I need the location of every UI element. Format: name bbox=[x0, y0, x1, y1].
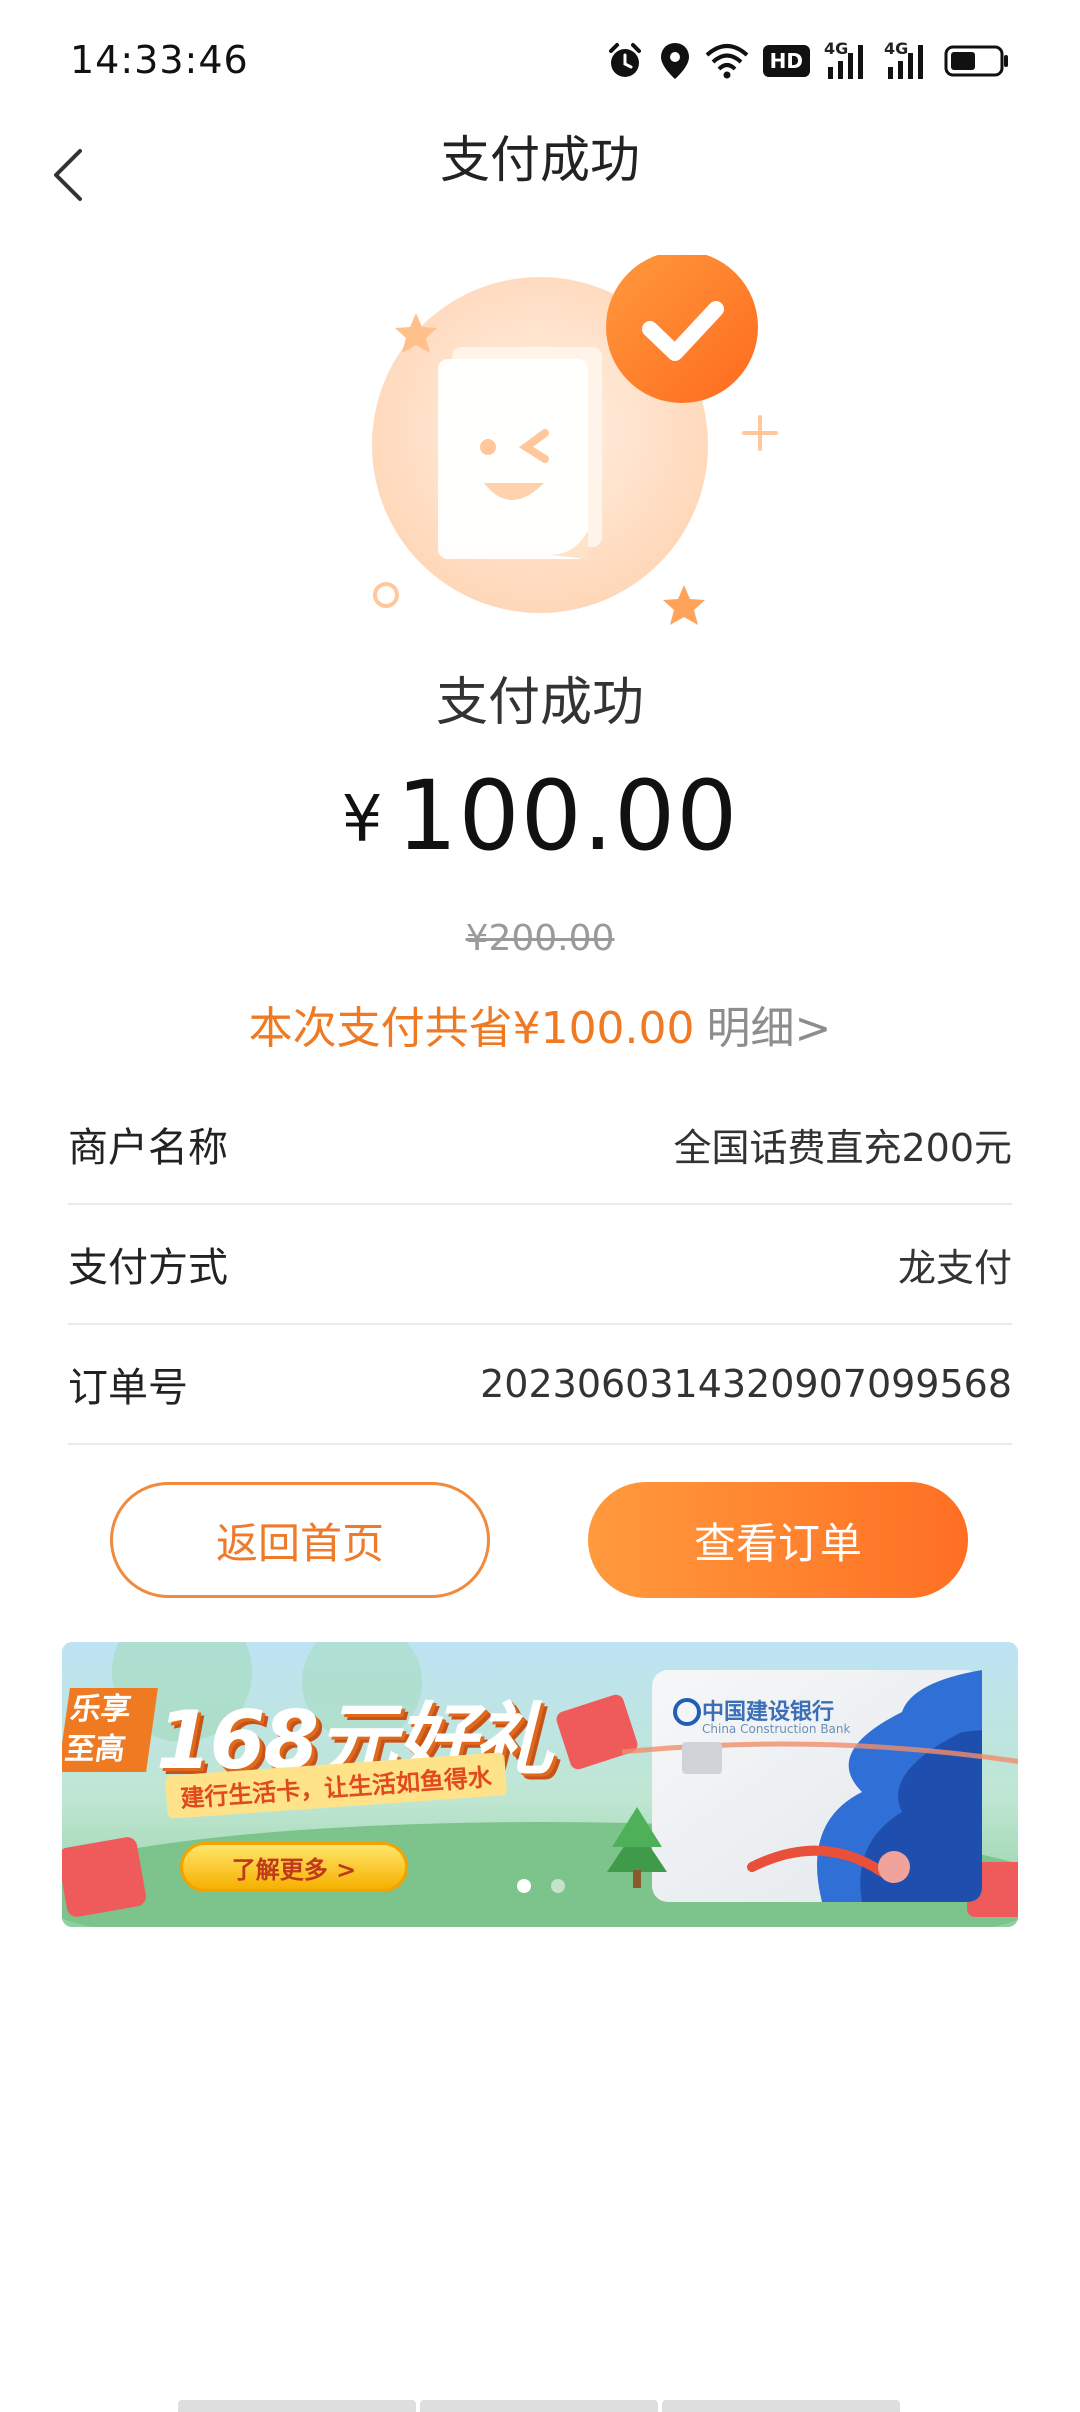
status-icons: HD 4G 4G bbox=[605, 38, 1010, 84]
detail-row-order-number: 订单号 20230603143209070995​68 bbox=[68, 1325, 1012, 1445]
page-title: 支付成功 bbox=[440, 131, 640, 189]
signal-4g-icon: 4G bbox=[884, 39, 930, 81]
detail-value: 全国话费直充200元 bbox=[673, 1125, 1012, 1170]
detail-value: 龙支付 bbox=[897, 1245, 1012, 1290]
nav-bar: 支付成功 bbox=[0, 125, 1080, 245]
bank-name-en: China Construction Bank bbox=[702, 1722, 851, 1736]
detail-row-merchant: 商户名称 全国话费直充200元 bbox=[68, 1085, 1012, 1205]
back-to-home-button[interactable]: 返回首页 bbox=[110, 1482, 490, 1598]
promo-banner[interactable]: 乐享 至高 168元好礼 建行生活卡，让生活如鱼得水 了解更多 > 中国建设银行… bbox=[62, 1642, 1018, 1927]
paid-amount: ¥100.00 bbox=[0, 760, 1080, 872]
detail-label: 支付方式 bbox=[68, 1245, 228, 1291]
amount-value: 100.00 bbox=[396, 760, 739, 872]
view-order-button[interactable]: 查看订单 bbox=[588, 1482, 968, 1598]
battery-icon bbox=[944, 45, 1008, 77]
nav-segment[interactable] bbox=[178, 2400, 416, 2412]
detail-label: 订单号 bbox=[68, 1365, 188, 1411]
saving-text: 本次支付共省¥100.00 bbox=[248, 1003, 695, 1054]
banner-cta-button[interactable]: 了解更多 > bbox=[180, 1842, 408, 1892]
banner-tag-line-2: 至高 bbox=[62, 1732, 128, 1767]
payment-success-illustration bbox=[372, 255, 778, 625]
system-nav-bar[interactable] bbox=[178, 2400, 900, 2412]
detail-label: 商户名称 bbox=[68, 1125, 228, 1171]
status-time: 14:33:46 bbox=[70, 38, 249, 82]
status-bar: 14:33:46 HD 4G 4G bbox=[0, 0, 1080, 125]
result-title: 支付成功 bbox=[435, 673, 644, 733]
currency-symbol: ¥ bbox=[341, 783, 383, 857]
detail-link[interactable]: 明细> bbox=[707, 1003, 832, 1054]
order-details: 商户名称 全国话费直充200元 支付方式 龙支付 订单号 20230603143… bbox=[68, 1085, 1012, 1445]
wifi-icon bbox=[705, 44, 748, 79]
nav-segment[interactable] bbox=[420, 2400, 658, 2412]
detail-value: 20230603143209070995​68 bbox=[480, 1362, 1012, 1406]
original-price: ¥200.00 bbox=[465, 918, 615, 959]
nav-segment[interactable] bbox=[662, 2400, 900, 2412]
location-icon bbox=[660, 43, 689, 79]
banner-dot[interactable] bbox=[551, 1879, 565, 1893]
alarm-icon bbox=[608, 43, 641, 77]
banner-tag-line-1: 乐享 bbox=[68, 1692, 134, 1727]
banner-dot[interactable] bbox=[517, 1879, 531, 1893]
saving-summary: 本次支付共省¥100.00 明细> bbox=[0, 992, 1080, 1056]
detail-row-payment-method: 支付方式 龙支付 bbox=[68, 1205, 1012, 1325]
hd-icon: HD bbox=[762, 45, 810, 77]
banner-tag: 乐享 至高 bbox=[62, 1688, 158, 1772]
signal-4g-icon: 4G bbox=[824, 39, 870, 81]
